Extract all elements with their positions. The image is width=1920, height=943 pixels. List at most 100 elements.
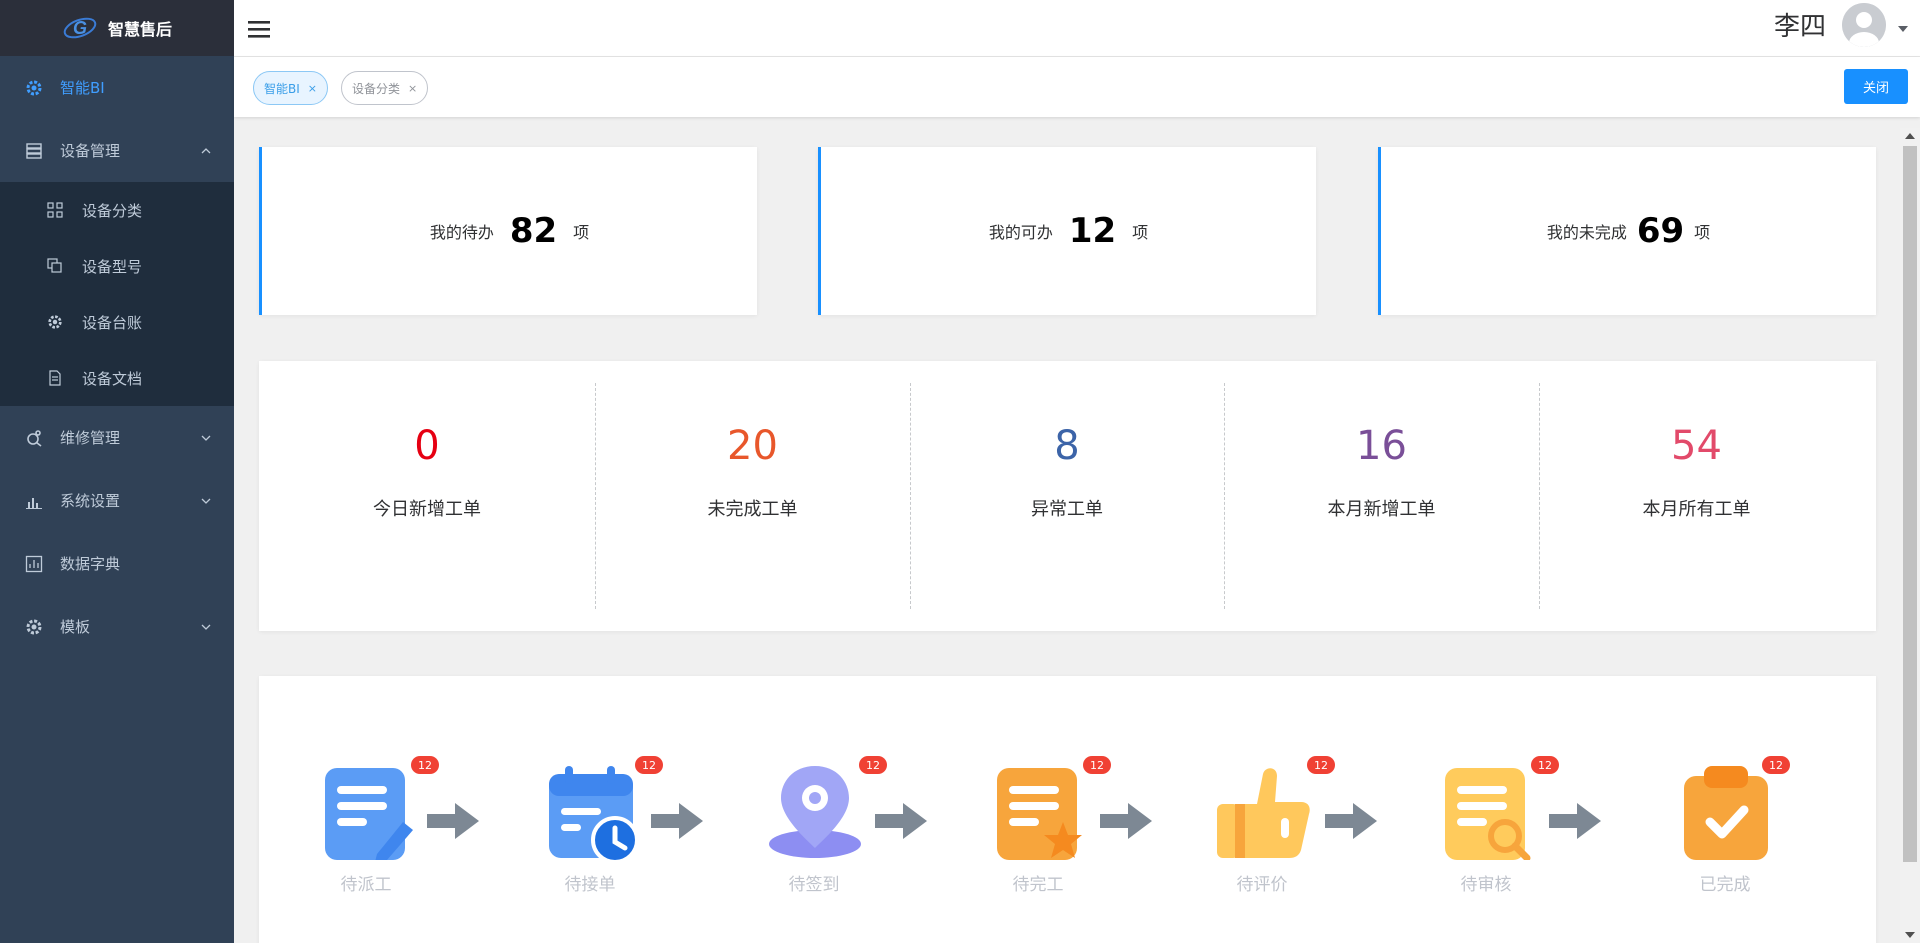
server-icon (24, 141, 44, 161)
document-search-icon (1445, 768, 1531, 860)
flow-step-review[interactable]: 12 待审核 (1431, 756, 1559, 904)
order-stat-today-new[interactable]: 0 今日新增工单 (259, 383, 595, 609)
sidebar-item-smart-bi[interactable]: 智能BI (0, 56, 234, 119)
sidebar-item-device-management[interactable]: 设备管理 (0, 119, 234, 182)
order-stat-month-all[interactable]: 54 本月所有工单 (1539, 383, 1854, 609)
user-name[interactable]: 李四 (1774, 6, 1826, 43)
count-badge: 12 (1531, 756, 1559, 774)
scroll-up-icon[interactable] (1905, 133, 1915, 139)
sidebar-item-device-ledger[interactable]: 设备台账 (0, 294, 234, 350)
sidebar-subitem-label: 设备台账 (82, 313, 143, 332)
arrow-right-icon (875, 803, 927, 839)
stat-value: 82 (509, 211, 558, 251)
grid-icon (46, 201, 64, 219)
flow-step-label: 待评价 (1236, 875, 1288, 895)
sidebar: G 智慧售后 智能BI 设备管理 设备分类 设备型号 设备台账 设备文档 维修管… (0, 0, 234, 943)
arrow-right-icon (427, 803, 479, 839)
flow-step-label: 待派工 (340, 875, 392, 895)
order-stat-value: 16 (1356, 423, 1407, 469)
stat-card-todo[interactable]: 我的待办 82 项 (259, 147, 757, 315)
flow-step-label: 待接单 (564, 875, 616, 895)
tag-label: 设备分类 (352, 81, 401, 96)
flow-step-dispatch[interactable]: 12 待派工 (311, 756, 439, 904)
flow-step-done[interactable]: 12 已完成 (1670, 756, 1790, 904)
gear-icon (24, 617, 44, 637)
scrollbar-thumb[interactable] (1903, 146, 1917, 862)
stat-card-available[interactable]: 我的可办 12 项 (818, 147, 1316, 315)
close-button[interactable]: 关闭 (1844, 69, 1908, 104)
sidebar-item-device-model[interactable]: 设备型号 (0, 238, 234, 294)
tag-device-category[interactable]: 设备分类 × (341, 71, 429, 105)
stat-card-incomplete[interactable]: 我的未完成 69 项 (1378, 147, 1876, 315)
stat-unit: 项 (573, 223, 590, 242)
work-order-stats-panel: 0 今日新增工单 20 未完成工单 8 异常工单 16 本月新增工单 54 本月… (259, 361, 1876, 631)
submenu-device-management: 设备分类 设备型号 设备台账 设备文档 (0, 182, 234, 406)
sidebar-item-label: 维修管理 (60, 429, 121, 447)
chart-box-icon (24, 554, 44, 574)
flow-step-evaluate[interactable]: 12 待评价 (1207, 756, 1335, 904)
vertical-scrollbar[interactable] (1900, 128, 1920, 943)
flow-step-label: 待审核 (1460, 875, 1512, 895)
sidebar-item-device-category[interactable]: 设备分类 (0, 182, 234, 238)
sidebar-subitem-label: 设备型号 (82, 257, 143, 276)
sidebar-item-system-settings[interactable]: 系统设置 (0, 469, 234, 532)
sidebar-item-label: 模板 (60, 618, 91, 636)
document-pen-icon (325, 768, 413, 860)
arrow-right-icon (1100, 803, 1152, 839)
bar-chart-icon (24, 491, 44, 511)
sidebar-item-repair-management[interactable]: 维修管理 (0, 406, 234, 469)
tag-smart-bi[interactable]: 智能BI × (253, 71, 328, 105)
hamburger-icon[interactable] (248, 19, 270, 39)
document-icon (46, 369, 64, 387)
app-title: 智慧售后 (107, 20, 172, 39)
order-stat-month-new[interactable]: 16 本月新增工单 (1224, 383, 1539, 609)
stat-unit: 项 (1132, 223, 1149, 242)
stat-label: 我的待办 (429, 223, 494, 242)
sidebar-item-data-dictionary[interactable]: 数据字典 (0, 532, 234, 595)
sidebar-item-device-docs[interactable]: 设备文档 (0, 350, 234, 406)
caret-down-icon[interactable] (1898, 26, 1908, 32)
tags-view: 智能BI × 设备分类 × 关闭 (234, 57, 1920, 117)
flow-step-accept[interactable]: 12 待接单 (535, 756, 663, 904)
copy-icon (46, 257, 64, 275)
clipboard-check-icon (1684, 766, 1768, 860)
flow-step-checkin[interactable]: 12 待签到 (759, 756, 887, 904)
logo: G 智慧售后 (0, 0, 234, 56)
order-stat-label: 未完成工单 (707, 499, 798, 520)
document-star-icon (997, 768, 1082, 860)
logo-icon: G (63, 17, 97, 39)
order-stat-label: 今日新增工单 (373, 499, 481, 520)
stat-label: 我的未完成 (1546, 223, 1627, 242)
close-icon[interactable]: × (308, 82, 317, 95)
flow-step-complete[interactable]: 12 待完工 (983, 756, 1111, 904)
sidebar-item-label: 系统设置 (60, 492, 121, 510)
avatar[interactable] (1842, 3, 1886, 47)
search-gear-icon (24, 428, 44, 448)
stat-label: 我的可办 (988, 223, 1053, 242)
sidebar-item-template[interactable]: 模板 (0, 595, 234, 658)
order-stat-value: 0 (414, 423, 440, 469)
scroll-down-icon[interactable] (1905, 932, 1915, 938)
chevron-down-icon (201, 498, 211, 504)
workflow-panel: 12 待派工 12 待接单 12 待签到 12 待完工 12 待评价 12 待审… (259, 676, 1876, 943)
order-stat-abnormal[interactable]: 8 异常工单 (910, 383, 1224, 609)
sidebar-subitem-label: 设备分类 (82, 201, 143, 220)
order-stat-incomplete[interactable]: 20 未完成工单 (595, 383, 910, 609)
count-badge: 12 (1307, 756, 1335, 774)
chevron-up-icon (201, 147, 211, 153)
order-stat-label: 本月新增工单 (1327, 499, 1436, 520)
chevron-down-icon (201, 435, 211, 441)
sidebar-item-label: 设备管理 (60, 142, 121, 160)
tag-label: 智能BI (264, 81, 300, 96)
order-stat-value: 54 (1671, 423, 1722, 469)
close-icon[interactable]: × (408, 82, 417, 95)
stat-unit: 项 (1694, 223, 1711, 242)
flow-step-label: 待签到 (788, 875, 840, 895)
sidebar-subitem-label: 设备文档 (82, 369, 143, 388)
flow-step-label: 已完成 (1699, 875, 1751, 895)
count-badge: 12 (859, 756, 887, 774)
order-stat-value: 8 (1054, 423, 1080, 469)
count-badge: 12 (411, 756, 439, 774)
svg-text:G: G (73, 18, 87, 38)
sidebar-item-label: 数据字典 (60, 555, 121, 573)
